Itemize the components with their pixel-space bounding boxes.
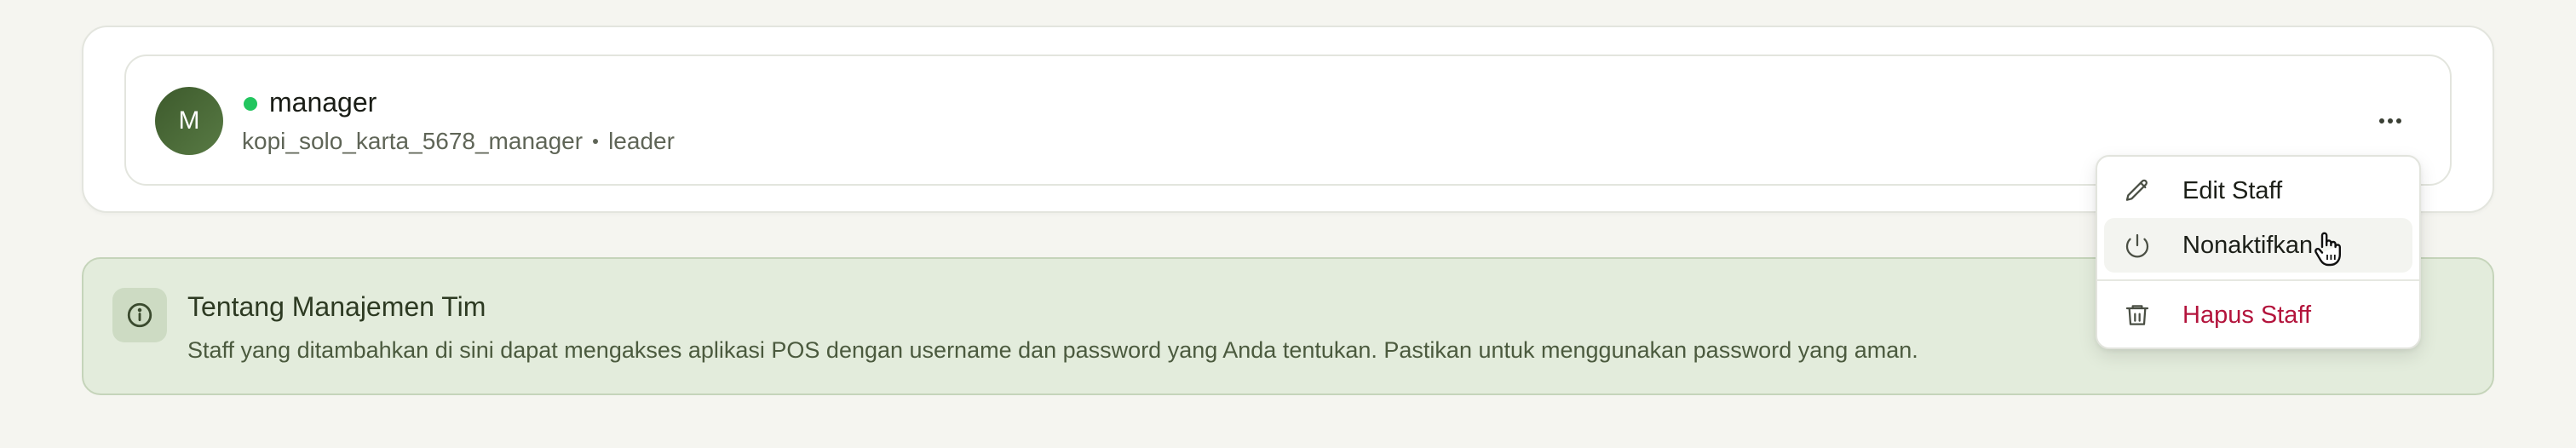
- info-body: Staff yang ditambahkan di sini dapat men…: [187, 337, 1918, 363]
- more-options-button[interactable]: [2365, 95, 2416, 146]
- more-horizontal-icon: [2379, 118, 2401, 123]
- staff-role: leader: [608, 128, 675, 154]
- info-title: Tentang Manajemen Tim: [187, 291, 486, 322]
- avatar-initial: M: [178, 106, 200, 135]
- menu-item-label: Nonaktifkan: [2182, 231, 2314, 259]
- pencil-icon: [2123, 176, 2152, 205]
- menu-item-label: Hapus Staff: [2182, 301, 2312, 329]
- menu-item-label: Edit Staff: [2182, 176, 2283, 204]
- meta-separator: [593, 139, 599, 144]
- avatar: M: [155, 87, 223, 155]
- staff-meta: kopi_solo_karta_5678_manager leader: [242, 128, 675, 155]
- menu-item-deactivate[interactable]: Nonaktifkan: [2104, 218, 2412, 273]
- info-icon-container: [112, 288, 167, 342]
- power-icon: [2123, 231, 2152, 260]
- hand-cursor-icon: [2314, 232, 2341, 267]
- staff-name: manager: [269, 87, 377, 118]
- menu-item-edit-staff[interactable]: Edit Staff: [2104, 164, 2412, 218]
- staff-actions-menu: Edit Staff Nonaktifkan Hapus Staff: [2096, 155, 2421, 349]
- online-status-dot: [244, 97, 257, 111]
- staff-username: kopi_solo_karta_5678_manager: [242, 128, 584, 154]
- info-icon: [127, 302, 152, 328]
- trash-icon: [2123, 301, 2152, 330]
- menu-divider: [2097, 279, 2419, 281]
- menu-item-delete-staff[interactable]: Hapus Staff: [2104, 288, 2412, 342]
